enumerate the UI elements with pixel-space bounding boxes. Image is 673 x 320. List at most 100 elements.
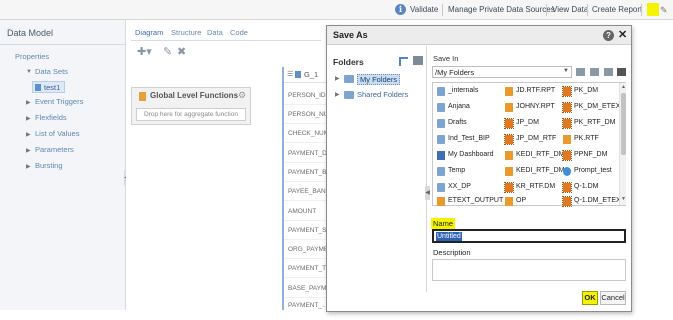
divider <box>284 181 332 182</box>
catalog-item-label: JP_DM <box>516 119 539 126</box>
tools-icon[interactable]: ✎ <box>660 5 668 16</box>
new-folder-icon[interactable] <box>413 56 423 65</box>
view-data-button[interactable]: View Data <box>552 5 588 14</box>
cancel-button[interactable]: Cancel <box>600 291 626 305</box>
event-triggers-node[interactable]: Event Triggers <box>35 97 83 106</box>
grid-scrollbar[interactable]: ▲ ▼ <box>619 83 626 205</box>
expand-caret-icon[interactable]: ▶ <box>335 75 340 82</box>
catalog-item-label: Ind_Test_BIP <box>448 135 490 142</box>
data-model-icon <box>504 118 514 129</box>
catalog-item-label: Q-1.DM_ETEX <box>574 197 621 204</box>
scroll-up-icon[interactable]: ▲ <box>621 84 626 90</box>
tab-code[interactable]: Code <box>230 28 248 37</box>
folder-tree-label: Shared Folders <box>357 90 409 99</box>
properties-link[interactable]: Properties <box>15 52 49 61</box>
menu-icon[interactable]: ☰ <box>287 70 293 78</box>
close-icon[interactable]: ✕ <box>618 28 627 41</box>
save-as-dialog: Save As ? ✕ Folders ▶ My Folders ▶ Share… <box>326 25 632 312</box>
panel-title: Data Model <box>7 28 54 38</box>
data-model-icon <box>562 118 572 129</box>
manage-private-data-sources-button[interactable]: Manage Private Data Sources <box>448 5 555 14</box>
data-sets-node[interactable]: Data Sets <box>35 67 68 76</box>
scrollbar-thumb[interactable] <box>621 93 626 155</box>
divider <box>284 239 332 240</box>
catalog-item-label: JP_DM_RTF <box>516 135 557 142</box>
dataset-icon <box>35 84 41 91</box>
catalog-item-label: Q-1.DM <box>574 183 599 190</box>
name-field[interactable]: Untitled <box>432 229 626 243</box>
tab-structure[interactable]: Structure <box>171 28 201 37</box>
description-field[interactable] <box>432 259 626 281</box>
report-icon <box>505 87 513 96</box>
catalog-item-label: XX_DP <box>448 183 471 190</box>
data-model-icon <box>562 150 572 161</box>
catalog-item-label: Drafts <box>448 119 467 126</box>
divider <box>284 104 332 105</box>
folder-options-icon[interactable] <box>604 68 613 76</box>
folder-icon <box>344 75 354 83</box>
catalog-item-label: KEDI_RTF_DM <box>516 167 565 174</box>
scroll-down-icon[interactable]: ▼ <box>621 196 626 202</box>
group-g1[interactable]: ☰ G_1 PERSON_ID PERSON_NU CHECK_NUM PAYM… <box>282 67 332 310</box>
expand-caret-icon[interactable]: ▼ <box>26 69 32 75</box>
validate-button[interactable]: Validate <box>410 5 438 14</box>
help-icon[interactable]: ? <box>603 30 614 41</box>
toolbar-divider <box>546 4 547 16</box>
bursting-node[interactable]: Bursting <box>35 161 63 170</box>
delete-icon[interactable]: ✖ <box>177 45 186 58</box>
expand-caret-icon[interactable]: ▶ <box>26 99 31 106</box>
folder-icon <box>437 119 445 128</box>
folder-tree-item-my-folders[interactable]: ▶ My Folders <box>335 74 423 85</box>
parameters-node[interactable]: Parameters <box>35 145 74 154</box>
view-menu-icon[interactable] <box>617 68 626 76</box>
expand-caret-icon[interactable]: ▶ <box>26 147 31 154</box>
description-label: Description <box>433 248 471 257</box>
gear-icon[interactable]: ⚙ <box>238 90 246 101</box>
folder-icon <box>437 87 445 96</box>
catalog-item-label: ETEXT_OUTPUT <box>448 197 504 204</box>
report-icon <box>505 197 513 206</box>
up-folder-icon[interactable] <box>576 68 585 76</box>
report-icon <box>505 151 513 160</box>
ok-button[interactable]: OK <box>582 291 598 305</box>
add-icon[interactable]: ✚▾ <box>137 45 152 58</box>
data-model-icon <box>562 196 572 207</box>
divider <box>284 220 332 221</box>
glf-title: Global Level Functions <box>150 91 239 100</box>
report-icon <box>563 135 571 144</box>
new-folder-icon[interactable] <box>590 68 599 76</box>
toolbar-divider <box>442 4 443 16</box>
global-level-functions-box[interactable]: Global Level Functions ⚙ Drop here for a… <box>131 87 251 125</box>
flexfields-node[interactable]: Flexfields <box>35 113 67 122</box>
folders-pane: Folders ▶ My Folders ▶ Shared Folders <box>327 46 427 292</box>
folder-icon <box>437 103 445 112</box>
save-in-select[interactable]: /My Folders ▼ <box>432 66 572 78</box>
tab-data[interactable]: Data <box>207 28 223 37</box>
expand-caret-icon[interactable]: ▶ <box>26 163 31 170</box>
divider <box>284 258 332 259</box>
aggregate-drop-zone[interactable]: Drop here for aggregate function <box>136 108 246 121</box>
catalog-item-label: Prompt_test <box>574 167 612 174</box>
expand-all-icon[interactable] <box>399 57 408 66</box>
splitter-handle[interactable]: ◀ <box>425 186 430 200</box>
data-model-icon <box>562 182 572 193</box>
toolbar-divider <box>587 4 588 16</box>
expand-caret-icon[interactable]: ▶ <box>335 91 340 98</box>
tab-diagram[interactable]: Diagram <box>135 28 163 37</box>
divider <box>284 123 332 124</box>
expand-caret-icon[interactable]: ▶ <box>26 131 31 138</box>
folder-tree-label: My Folders <box>357 74 401 85</box>
divider <box>284 200 332 201</box>
edit-icon[interactable]: ✎ <box>163 45 172 58</box>
group-icon <box>295 71 301 78</box>
list-of-values-node[interactable]: List of Values <box>35 129 79 138</box>
dialog-title-bar[interactable]: Save As ? ✕ <box>327 26 631 45</box>
expand-caret-icon[interactable]: ▶ <box>26 115 31 122</box>
save-icon[interactable] <box>647 3 659 16</box>
create-report-button[interactable]: Create Report <box>592 5 642 14</box>
catalog-item-label: PK.RTF <box>574 135 599 142</box>
dataset-test1[interactable]: test1 <box>32 81 65 93</box>
dataset-label: test1 <box>44 83 61 92</box>
folder-tree-item-shared-folders[interactable]: ▶ Shared Folders <box>335 90 423 101</box>
catalog-item-label: My Dashboard <box>448 151 494 158</box>
